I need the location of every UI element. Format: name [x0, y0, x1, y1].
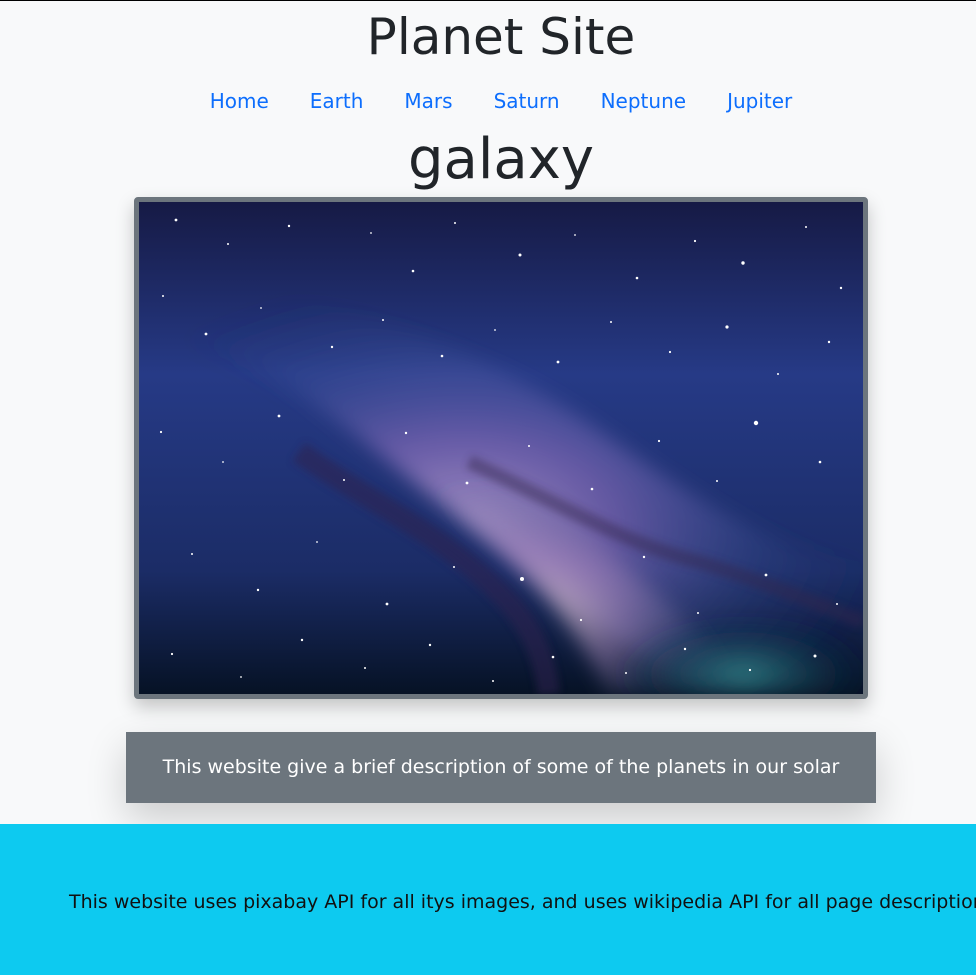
nav-home-link[interactable]: Home — [189, 85, 289, 117]
site-description-banner: This website give a brief description of… — [126, 732, 876, 849]
nav-jupiter-link[interactable]: Jupiter — [707, 85, 813, 117]
nav-earth-link[interactable]: Earth — [289, 85, 384, 117]
footer: This website uses pixabay API for all it… — [0, 824, 976, 975]
galaxy-image — [134, 197, 868, 699]
footer-text: This website uses pixabay API for all it… — [69, 891, 976, 913]
nav-mars-link[interactable]: Mars — [384, 85, 473, 117]
page-heading: galaxy — [407, 127, 595, 192]
nav-neptune-link[interactable]: Neptune — [580, 85, 706, 117]
galaxy-image-graphic — [139, 202, 863, 694]
nav-saturn-link[interactable]: Saturn — [473, 85, 580, 117]
site-title: Planet Site — [366, 8, 636, 66]
main-navigation: Home Earth Mars Saturn Neptune Jupiter — [0, 85, 976, 117]
